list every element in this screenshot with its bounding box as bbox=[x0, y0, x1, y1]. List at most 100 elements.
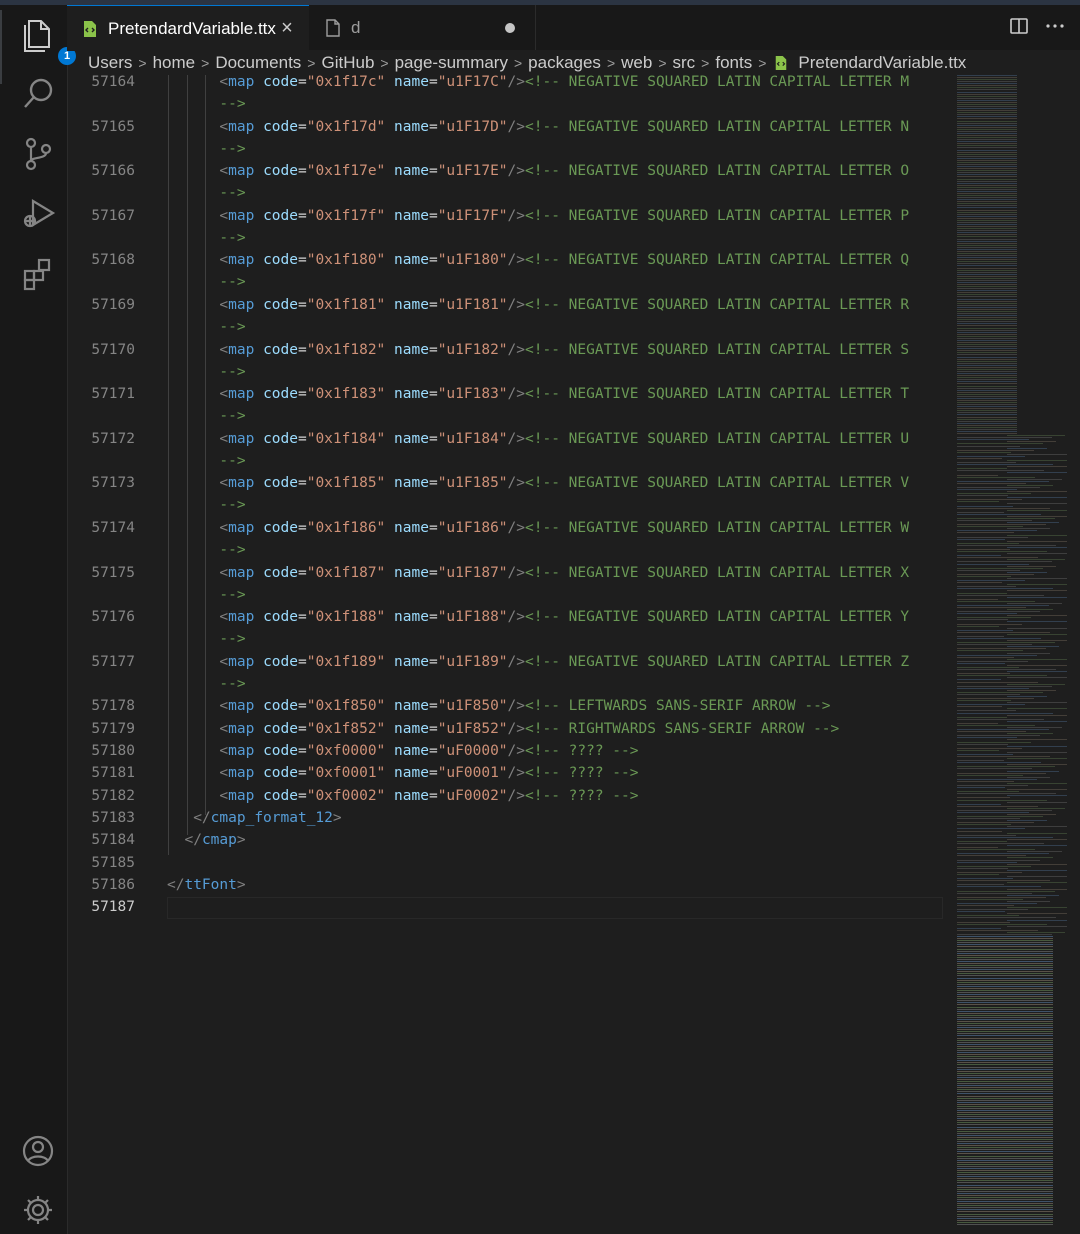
minimap-line bbox=[1007, 820, 1047, 822]
minimap-line bbox=[957, 1041, 1053, 1043]
code-line[interactable]: --> bbox=[67, 361, 957, 383]
minimap-line bbox=[1007, 484, 1053, 486]
code-line[interactable]: 57170 <map code="0x1f182" name="u1F182"/… bbox=[67, 339, 957, 361]
code-line[interactable]: 57180 <map code="0xf0000" name="uF0000"/… bbox=[67, 740, 957, 762]
minimap-line bbox=[957, 1023, 1053, 1025]
code-line[interactable]: --> bbox=[67, 628, 957, 650]
minimap-line bbox=[957, 238, 1017, 240]
code-line[interactable]: 57171 <map code="0x1f183" name="u1F183"/… bbox=[67, 383, 957, 405]
code-line[interactable]: --> bbox=[67, 539, 957, 561]
code-text: --> bbox=[167, 361, 245, 383]
breadcrumb-item[interactable]: Documents bbox=[215, 53, 301, 73]
files-icon[interactable]: 1 bbox=[19, 15, 76, 65]
close-icon[interactable]: × bbox=[277, 18, 297, 38]
code-line[interactable]: 57178 <map code="0x1f850" name="u1F850"/… bbox=[67, 695, 957, 717]
code-text: <map code="0x1f852" name="u1F852"/><!-- … bbox=[167, 718, 839, 740]
code-line[interactable]: 57167 <map code="0x1f17f" name="u1F17F"/… bbox=[67, 205, 957, 227]
code-line[interactable]: 57174 <map code="0x1f186" name="u1F186"/… bbox=[67, 517, 957, 539]
breadcrumb-item[interactable]: page-summary bbox=[395, 53, 508, 73]
comment: --> bbox=[219, 631, 246, 648]
code-line[interactable]: 57176 <map code="0x1f188" name="u1F188"/… bbox=[67, 606, 957, 628]
breadcrumb-item[interactable]: home bbox=[153, 53, 196, 73]
minimap-line bbox=[957, 532, 1014, 534]
code-line[interactable]: --> bbox=[67, 138, 957, 160]
minimap[interactable] bbox=[957, 75, 1067, 1234]
run-debug-icon[interactable] bbox=[19, 195, 57, 233]
split-editor-icon[interactable] bbox=[1008, 15, 1030, 37]
breadcrumb-item[interactable]: web bbox=[621, 53, 652, 73]
unsaved-dot-icon[interactable] bbox=[505, 23, 515, 33]
code-line[interactable]: --> bbox=[67, 405, 957, 427]
code-line[interactable]: --> bbox=[67, 450, 957, 472]
minimap-line bbox=[957, 952, 1053, 954]
minimap-line bbox=[957, 712, 1053, 714]
minimap-line bbox=[957, 486, 1040, 488]
equals: = bbox=[297, 743, 307, 759]
tab-d[interactable]: d bbox=[310, 5, 536, 50]
breadcrumb-item[interactable]: fonts bbox=[715, 53, 752, 73]
code-editor[interactable]: 57164 <map code="0x1f17c" name="u1F17C"/… bbox=[67, 75, 957, 1234]
minimap-line bbox=[957, 352, 1017, 354]
minimap-line bbox=[957, 99, 1017, 101]
line-number: 57167 bbox=[91, 207, 135, 224]
code-line[interactable]: --> bbox=[67, 93, 957, 115]
minimap-line bbox=[957, 1149, 1053, 1151]
minimap-line bbox=[957, 489, 1017, 490]
code-line[interactable]: 57172 <map code="0x1f184" name="u1F184"/… bbox=[67, 428, 957, 450]
code-line[interactable]: 57173 <map code="0x1f185" name="u1F185"/… bbox=[67, 472, 957, 494]
minimap-line bbox=[957, 236, 1017, 238]
code-line[interactable]: --> bbox=[67, 673, 957, 695]
code-line[interactable]: 57183 </cmap_format_12> bbox=[67, 807, 957, 829]
more-actions-icon[interactable] bbox=[1044, 15, 1066, 37]
minimap-line bbox=[957, 399, 1017, 401]
account-icon[interactable] bbox=[19, 1132, 57, 1170]
search-icon[interactable] bbox=[19, 75, 57, 113]
minimap-line bbox=[957, 246, 1017, 248]
breadcrumb-item[interactable]: GitHub bbox=[321, 53, 374, 73]
minimap-line bbox=[957, 538, 1005, 540]
attribute-name: name bbox=[394, 743, 429, 759]
attribute-name: name bbox=[394, 252, 429, 269]
minimap-line bbox=[1007, 522, 1059, 524]
code-line[interactable]: 57186 </ttFont> bbox=[67, 874, 957, 896]
code-line[interactable]: 57177 <map code="0x1f189" name="u1F189"/… bbox=[67, 651, 957, 673]
breadcrumb-item[interactable]: Users bbox=[88, 53, 132, 73]
code-line[interactable]: --> bbox=[67, 227, 957, 249]
source-control-icon[interactable] bbox=[19, 135, 57, 173]
tab-pretendardvariable[interactable]: PretendardVariable.ttx × bbox=[67, 5, 309, 51]
minimap-line bbox=[957, 161, 1017, 163]
equals: = bbox=[428, 386, 438, 403]
code-line[interactable]: 57165 <map code="0x1f17d" name="u1F17D"/… bbox=[67, 116, 957, 138]
breadcrumb-item[interactable]: src bbox=[673, 53, 696, 73]
equals: = bbox=[428, 430, 438, 447]
code-line[interactable]: 57168 <map code="0x1f180" name="u1F180"/… bbox=[67, 249, 957, 271]
code-line[interactable]: 57169 <map code="0x1f181" name="u1F181"/… bbox=[67, 294, 957, 316]
minimap-line bbox=[1007, 907, 1067, 909]
code-line[interactable]: --> bbox=[67, 494, 957, 516]
extensions-icon[interactable] bbox=[19, 255, 57, 293]
code-line[interactable]: --> bbox=[67, 316, 957, 338]
breadcrumb-item[interactable]: packages bbox=[528, 53, 601, 73]
code-line[interactable]: 57182 <map code="0xf0002" name="uF0002"/… bbox=[67, 785, 957, 807]
code-line[interactable]: 57166 <map code="0x1f17e" name="u1F17E"/… bbox=[67, 160, 957, 182]
code-line[interactable]: 57181 <map code="0xf0001" name="uF0001"/… bbox=[67, 762, 957, 784]
code-line[interactable]: 57184 </cmap> bbox=[67, 829, 957, 851]
code-line[interactable]: --> bbox=[67, 182, 957, 204]
code-line[interactable]: --> bbox=[67, 271, 957, 293]
code-line[interactable]: 57164 <map code="0x1f17c" name="u1F17C"/… bbox=[67, 75, 957, 93]
vertical-scrollbar[interactable] bbox=[1068, 75, 1080, 1234]
settings-gear-icon[interactable] bbox=[19, 1191, 57, 1229]
line-number: 57180 bbox=[91, 743, 135, 759]
code-line[interactable]: 57185 bbox=[67, 852, 957, 874]
breadcrumb-item[interactable]: PretendardVariable.ttx bbox=[798, 53, 966, 73]
code-line[interactable]: 57175 <map code="0x1f187" name="u1F187"/… bbox=[67, 562, 957, 584]
code-line[interactable]: --> bbox=[67, 584, 957, 606]
code-line[interactable]: 57179 <map code="0x1f852" name="u1F852"/… bbox=[67, 718, 957, 740]
minimap-line bbox=[957, 629, 1013, 631]
line-number: 57176 bbox=[91, 609, 135, 626]
code-line[interactable]: 57187 bbox=[67, 896, 957, 918]
